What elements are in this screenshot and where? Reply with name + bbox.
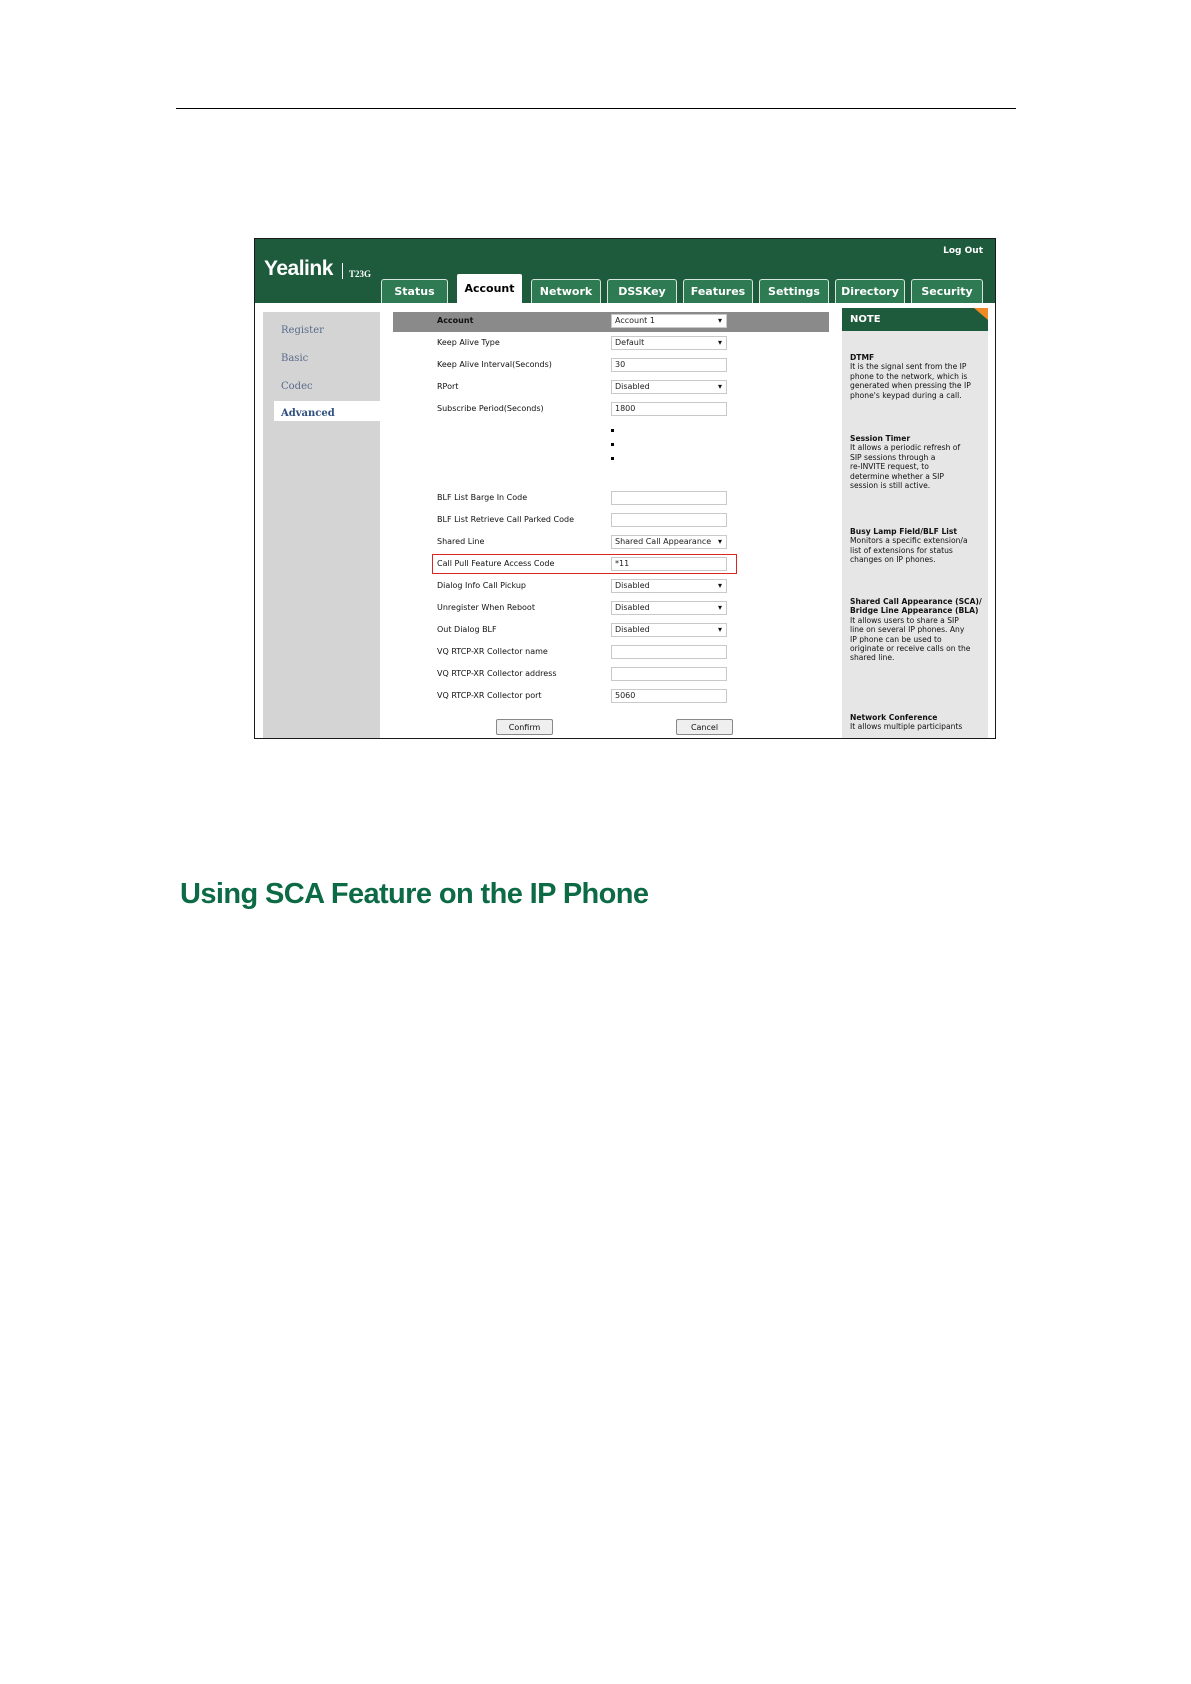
note-blf: Busy Lamp Field/BLF List Monitors a spec…: [850, 527, 982, 565]
ellipsis-dots: [611, 429, 617, 471]
shared-line-select[interactable]: Shared Call Appearance: [611, 535, 727, 549]
note-line: SIP sessions through a: [850, 452, 936, 462]
tab-status[interactable]: Status: [381, 279, 448, 303]
model-label: T23G: [349, 269, 372, 279]
note-line: re-INVITE request, to: [850, 462, 929, 472]
yealink-logo: Yealink: [264, 257, 333, 280]
vq-collector-port-label: VQ RTCP-XR Collector port: [437, 691, 542, 700]
account-label: Account: [437, 316, 474, 325]
note-line: Monitors a specific extension/a: [850, 536, 968, 546]
vq-collector-address-input[interactable]: [611, 667, 727, 681]
note-corner-accent: [974, 308, 988, 320]
web-ui-screenshot: Yealink T23G Log Out Status Account Netw…: [254, 238, 996, 739]
sidebar: Register Basic Codec Advanced: [263, 312, 380, 738]
note-title: Network Conference: [850, 713, 938, 722]
note-line: It allows users to share a SIP: [850, 615, 959, 625]
tab-settings[interactable]: Settings: [759, 279, 829, 303]
note-session-timer: Session Timer It allows a periodic refre…: [850, 434, 982, 490]
header-rule: [176, 108, 1016, 109]
blf-retrieve-input[interactable]: [611, 513, 727, 527]
keep-alive-type-select[interactable]: Default: [611, 336, 727, 350]
vq-collector-port-input[interactable]: 5060: [611, 689, 727, 703]
note-dtmf: DTMF It is the signal sent from the IP p…: [850, 353, 982, 400]
shared-line-label: Shared Line: [437, 537, 485, 546]
note-title: DTMF: [850, 353, 875, 362]
dialog-info-pickup-select[interactable]: Disabled: [611, 579, 727, 593]
keep-alive-interval-label: Keep Alive Interval(Seconds): [437, 360, 552, 369]
account-select[interactable]: Account 1: [611, 314, 727, 328]
vq-collector-name-label: VQ RTCP-XR Collector name: [437, 647, 548, 656]
note-line: list of extensions for status: [850, 545, 953, 555]
tab-features[interactable]: Features: [683, 279, 753, 303]
note-line: IP phone can be used to: [850, 634, 942, 644]
note-title: Busy Lamp Field/BLF List: [850, 527, 958, 536]
blf-retrieve-label: BLF List Retrieve Call Parked Code: [437, 515, 575, 524]
sidebar-item-basic[interactable]: Basic: [281, 353, 308, 364]
note-line: It allows multiple participants: [850, 722, 963, 732]
rport-label: RPort: [437, 382, 459, 391]
sidebar-item-codec[interactable]: Codec: [281, 381, 313, 392]
logout-link[interactable]: Log Out: [943, 246, 983, 256]
note-line: determine whether a SIP: [850, 471, 944, 481]
note-line: generated when pressing the IP: [850, 381, 971, 391]
out-dialog-blf-label: Out Dialog BLF: [437, 625, 497, 634]
note-line: It is the signal sent from the IP: [850, 362, 967, 372]
tab-network[interactable]: Network: [531, 279, 601, 303]
note-title: Session Timer: [850, 434, 911, 443]
sidebar-item-advanced[interactable]: Advanced: [281, 408, 335, 419]
vq-collector-name-input[interactable]: [611, 645, 727, 659]
section-heading: Using SCA Feature on the IP Phone: [180, 878, 649, 910]
logo-separator: [342, 263, 343, 279]
tab-account[interactable]: Account: [456, 273, 523, 303]
note-title: Shared Call Appearance (SCA)/ Bridge Lin…: [850, 597, 982, 616]
tab-directory[interactable]: Directory: [835, 279, 905, 303]
unregister-reboot-label: Unregister When Reboot: [437, 603, 535, 612]
note-line: It allows a periodic refresh of: [850, 443, 961, 453]
note-line: phone's keypad during a call.: [850, 390, 962, 400]
note-line: session is still active.: [850, 481, 931, 491]
note-sca: Shared Call Appearance (SCA)/ Bridge Lin…: [850, 597, 982, 663]
call-pull-highlight-box: [432, 554, 737, 574]
keep-alive-type-label: Keep Alive Type: [437, 338, 500, 347]
note-line: originate or receive calls on the: [850, 644, 971, 654]
keep-alive-interval-input[interactable]: 30: [611, 358, 727, 372]
unregister-reboot-select[interactable]: Disabled: [611, 601, 727, 615]
subscribe-period-input[interactable]: 1800: [611, 402, 727, 416]
vq-collector-address-label: VQ RTCP-XR Collector address: [437, 669, 557, 678]
note-line: phone to the network, which is: [850, 371, 968, 381]
confirm-button[interactable]: Confirm: [496, 719, 553, 735]
subscribe-period-label: Subscribe Period(Seconds): [437, 404, 544, 413]
blf-barge-in-label: BLF List Barge In Code: [437, 493, 528, 502]
note-network-conference: Network Conference It allows multiple pa…: [850, 713, 982, 732]
top-banner: Yealink T23G Log Out Status Account Netw…: [255, 239, 995, 303]
tab-dsskey[interactable]: DSSKey: [607, 279, 677, 303]
out-dialog-blf-select[interactable]: Disabled: [611, 623, 727, 637]
tab-security[interactable]: Security: [911, 279, 983, 303]
sidebar-item-register[interactable]: Register: [281, 325, 324, 336]
note-line: shared line.: [850, 653, 895, 663]
note-line: changes on IP phones.: [850, 555, 936, 565]
dialog-info-pickup-label: Dialog Info Call Pickup: [437, 581, 526, 590]
cancel-button[interactable]: Cancel: [676, 719, 733, 735]
blf-barge-in-input[interactable]: [611, 491, 727, 505]
note-header: NOTE: [842, 308, 988, 331]
note-line: line on several IP phones. Any: [850, 625, 965, 635]
rport-select[interactable]: Disabled: [611, 380, 727, 394]
